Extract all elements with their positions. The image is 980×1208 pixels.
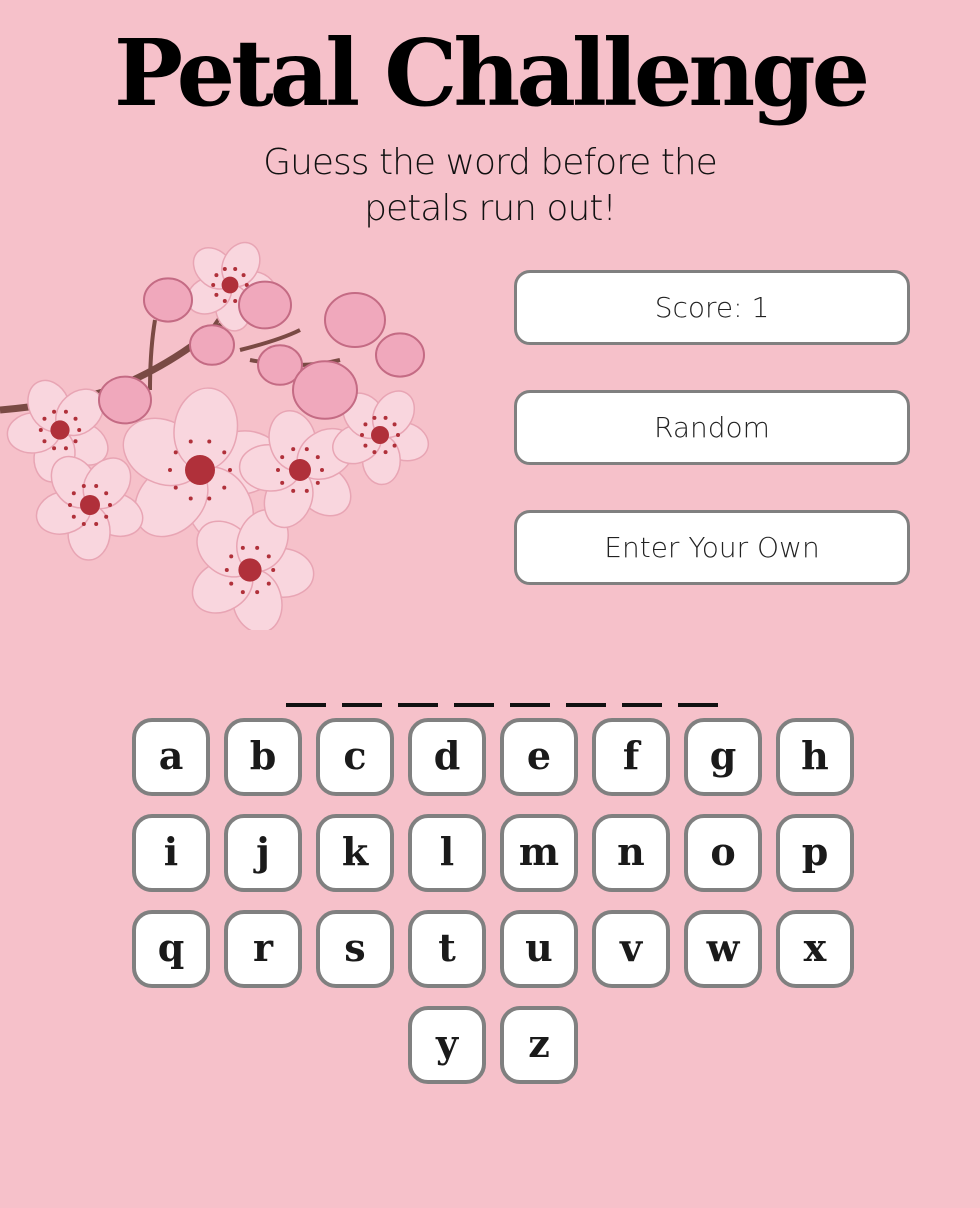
letter-blank bbox=[678, 703, 718, 707]
key-e[interactable]: e bbox=[500, 718, 578, 796]
cherry-blossom-image bbox=[0, 241, 430, 630]
letter-keyboard: abcdefgh ijklmnop qrstuvwx yz bbox=[132, 718, 856, 1102]
key-z[interactable]: z bbox=[500, 1006, 578, 1084]
keyboard-row: abcdefgh bbox=[132, 718, 856, 796]
random-word-button[interactable]: Random bbox=[514, 390, 910, 465]
word-blanks bbox=[286, 703, 718, 707]
blossom-bud bbox=[324, 292, 386, 348]
key-m[interactable]: m bbox=[500, 814, 578, 892]
blossom-bud bbox=[189, 324, 235, 366]
letter-blank bbox=[510, 703, 550, 707]
key-j[interactable]: j bbox=[224, 814, 302, 892]
key-b[interactable]: b bbox=[224, 718, 302, 796]
key-f[interactable]: f bbox=[592, 718, 670, 796]
blossom-bud bbox=[143, 277, 193, 323]
key-n[interactable]: n bbox=[592, 814, 670, 892]
key-h[interactable]: h bbox=[776, 718, 854, 796]
letter-blank bbox=[342, 703, 382, 707]
enter-your-own-button[interactable]: Enter Your Own bbox=[514, 510, 910, 585]
key-r[interactable]: r bbox=[224, 910, 302, 988]
key-w[interactable]: w bbox=[684, 910, 762, 988]
keyboard-row: ijklmnop bbox=[132, 814, 856, 892]
key-l[interactable]: l bbox=[408, 814, 486, 892]
letter-blank bbox=[566, 703, 606, 707]
key-d[interactable]: d bbox=[408, 718, 486, 796]
game-subtitle: Guess the word before the petals run out… bbox=[263, 142, 718, 229]
blossom-bud bbox=[375, 332, 425, 378]
score-display: Score: 1 bbox=[514, 270, 910, 345]
letter-blank bbox=[286, 703, 326, 707]
key-y[interactable]: y bbox=[408, 1006, 486, 1084]
key-g[interactable]: g bbox=[684, 718, 762, 796]
key-x[interactable]: x bbox=[776, 910, 854, 988]
key-s[interactable]: s bbox=[316, 910, 394, 988]
blossom-bud bbox=[98, 375, 152, 425]
key-o[interactable]: o bbox=[684, 814, 762, 892]
blossom-bud bbox=[292, 360, 358, 420]
key-t[interactable]: t bbox=[408, 910, 486, 988]
key-i[interactable]: i bbox=[132, 814, 210, 892]
key-k[interactable]: k bbox=[316, 814, 394, 892]
keyboard-row: yz bbox=[132, 1006, 856, 1084]
keyboard-row: qrstuvwx bbox=[132, 910, 856, 988]
key-q[interactable]: q bbox=[132, 910, 210, 988]
letter-blank bbox=[454, 703, 494, 707]
key-a[interactable]: a bbox=[132, 718, 210, 796]
blossom-bud bbox=[238, 280, 292, 330]
key-c[interactable]: c bbox=[316, 718, 394, 796]
letter-blank bbox=[622, 703, 662, 707]
key-v[interactable]: v bbox=[592, 910, 670, 988]
game-title: Petal Challenge bbox=[113, 19, 870, 127]
key-u[interactable]: u bbox=[500, 910, 578, 988]
letter-blank bbox=[398, 703, 438, 707]
key-p[interactable]: p bbox=[776, 814, 854, 892]
